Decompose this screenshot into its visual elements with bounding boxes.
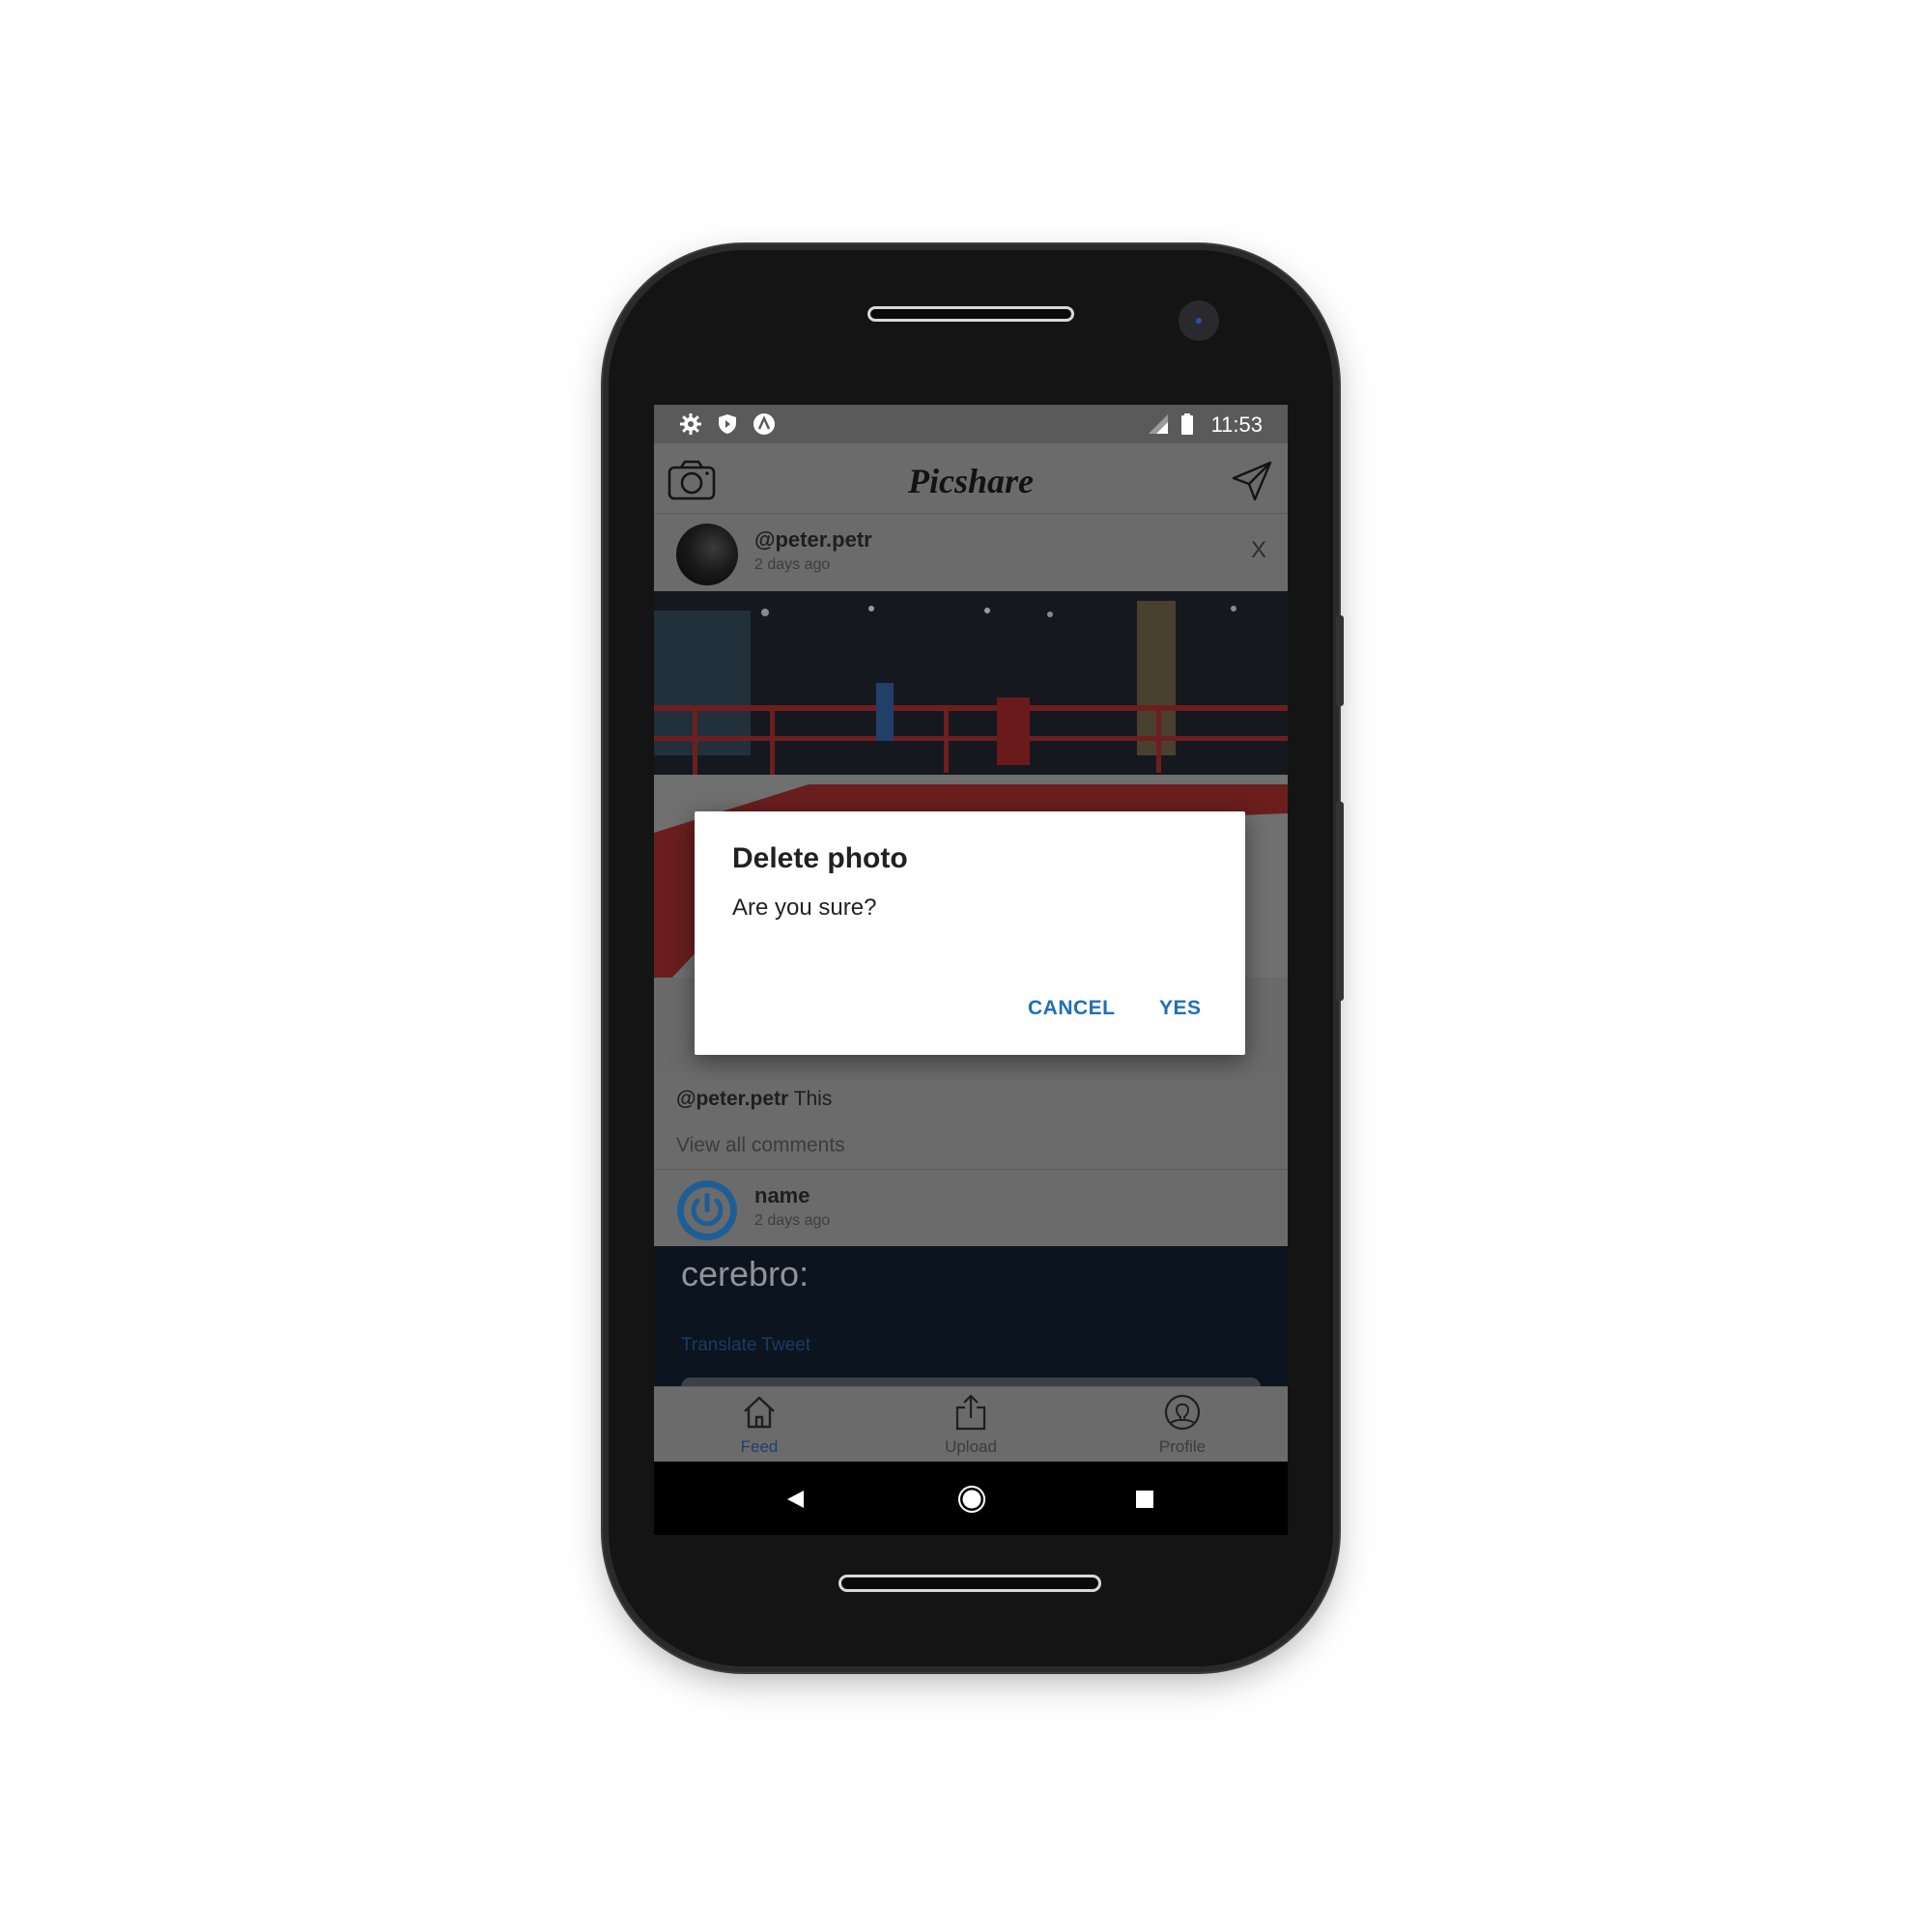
- battery-icon: [1181, 413, 1193, 435]
- post-timestamp: 2 days ago: [754, 1212, 831, 1229]
- post-photo[interactable]: cerebro: Translate Tweet: [654, 1246, 1288, 1386]
- system-nav-bar: [654, 1462, 1288, 1535]
- upload-icon: [955, 1394, 986, 1431]
- post-timestamp: 2 days ago: [754, 556, 831, 573]
- app-title: Picshare: [908, 462, 1034, 500]
- phone-screen: 11:53 Picshare @peter.petr 2 days ago X: [654, 405, 1288, 1535]
- recents-icon[interactable]: [1135, 1490, 1154, 1509]
- post-header: @peter.petr 2 days ago X: [654, 514, 1288, 591]
- tab-upload[interactable]: Upload: [866, 1387, 1076, 1463]
- confirm-delete-button[interactable]: YES: [1159, 997, 1202, 1020]
- front-camera: [1179, 300, 1219, 341]
- logo-icon: [753, 413, 775, 435]
- tab-profile[interactable]: Profile: [1077, 1387, 1288, 1463]
- post-caption: @peter.petr This View all comments: [654, 1072, 1288, 1169]
- tab-label: Upload: [945, 1437, 997, 1456]
- dialog-title: Delete photo: [732, 842, 908, 874]
- bottom-speaker: [838, 1575, 1101, 1592]
- photo-link-text: Translate Tweet: [681, 1335, 811, 1355]
- caption-username[interactable]: @peter.petr: [676, 1088, 788, 1110]
- shield-icon: [719, 414, 736, 434]
- volume-button: [1336, 615, 1344, 706]
- profile-icon: [1164, 1394, 1201, 1431]
- photo-text: cerebro:: [681, 1254, 810, 1293]
- home-circle-icon[interactable]: [957, 1485, 986, 1514]
- back-icon[interactable]: [784, 1489, 806, 1510]
- send-icon[interactable]: [1232, 461, 1272, 501]
- tab-label: Profile: [1158, 1437, 1207, 1456]
- photo-bar: [681, 1378, 1261, 1386]
- post-username[interactable]: name: [754, 1183, 810, 1208]
- view-all-comments-link[interactable]: View all comments: [676, 1134, 845, 1157]
- caption-line: @peter.petr This: [676, 1088, 832, 1111]
- home-icon: [744, 1396, 775, 1429]
- status-bar: 11:53: [654, 405, 1288, 443]
- earpiece-speaker: [867, 306, 1074, 322]
- power-icon[interactable]: [676, 1179, 738, 1241]
- signal-icon: [1149, 414, 1168, 434]
- caption-text: This: [793, 1088, 833, 1110]
- gear-icon: [680, 413, 701, 435]
- bottom-nav: Feed Upload Profile: [654, 1386, 1288, 1463]
- power-button: [1336, 802, 1344, 1001]
- app-bar: Picshare: [654, 443, 1288, 514]
- status-time: 11:53: [1210, 412, 1263, 437]
- post-username[interactable]: @peter.petr: [754, 527, 872, 553]
- delete-photo-dialog: Delete photo Are you sure? CANCEL YES: [695, 811, 1245, 1055]
- dialog-message: Are you sure?: [732, 895, 877, 921]
- avatar[interactable]: [676, 524, 738, 585]
- delete-post-button[interactable]: X: [1251, 537, 1266, 564]
- post-header: name 2 days ago: [654, 1169, 1288, 1247]
- cancel-button[interactable]: CANCEL: [1028, 997, 1116, 1020]
- tab-feed[interactable]: Feed: [654, 1387, 865, 1463]
- tab-label: Feed: [740, 1437, 779, 1456]
